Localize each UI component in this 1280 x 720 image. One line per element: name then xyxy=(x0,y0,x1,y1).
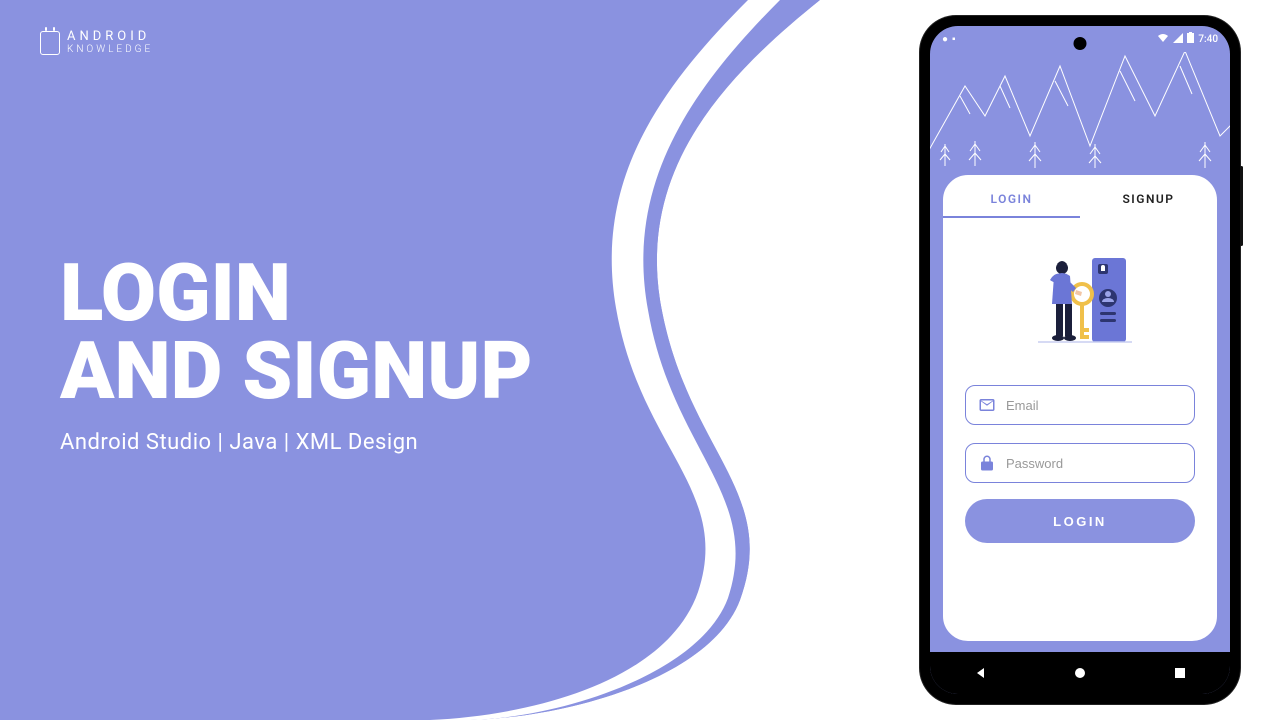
password-field-wrapper[interactable] xyxy=(965,443,1195,483)
nav-back-button[interactable] xyxy=(972,665,988,681)
logo-line1: ANDROID xyxy=(67,30,153,43)
login-illustration xyxy=(943,241,1217,359)
phone-screen: ● ▪ 7:40 xyxy=(930,26,1230,694)
login-button-label: LOGIN xyxy=(1053,514,1107,529)
auth-tabs: LOGIN SIGNUP xyxy=(943,175,1217,223)
status-dot-icon: ● xyxy=(942,34,948,45)
battery-icon xyxy=(1187,32,1194,46)
status-app-icon: ▪ xyxy=(952,34,956,45)
camera-notch xyxy=(1074,37,1087,50)
email-icon xyxy=(978,396,996,414)
nav-home-button[interactable] xyxy=(1072,665,1088,681)
brand-logo: ANDROID KNOWLEDGE xyxy=(40,30,153,55)
nav-recent-button[interactable] xyxy=(1172,665,1188,681)
signal-icon xyxy=(1173,33,1183,46)
phone-device-frame: ● ▪ 7:40 xyxy=(920,16,1240,704)
login-card: LOGIN SIGNUP xyxy=(942,174,1218,642)
logo-line2: KNOWLEDGE xyxy=(67,45,153,55)
android-icon xyxy=(40,31,60,55)
headline-line2: AND SIGNUP xyxy=(60,324,533,418)
login-form xyxy=(943,359,1217,483)
android-navbar xyxy=(930,652,1230,694)
tab-login-label: LOGIN xyxy=(990,192,1032,206)
tab-signup[interactable]: SIGNUP xyxy=(1080,192,1217,206)
password-input[interactable] xyxy=(1006,456,1182,471)
login-button[interactable]: LOGIN xyxy=(965,499,1195,543)
headline-block: LOGIN AND SIGNUP Android Studio | Java |… xyxy=(60,255,533,455)
email-field-wrapper[interactable] xyxy=(965,385,1195,425)
lock-icon xyxy=(978,454,996,472)
headline-subtitle: Android Studio | Java | XML Design xyxy=(60,430,533,455)
status-time: 7:40 xyxy=(1198,34,1218,45)
tab-login[interactable]: LOGIN xyxy=(943,192,1080,206)
tab-signup-label: SIGNUP xyxy=(1122,192,1174,206)
email-input[interactable] xyxy=(1006,398,1182,413)
hero-mountains xyxy=(930,52,1230,184)
wifi-icon xyxy=(1157,33,1169,46)
